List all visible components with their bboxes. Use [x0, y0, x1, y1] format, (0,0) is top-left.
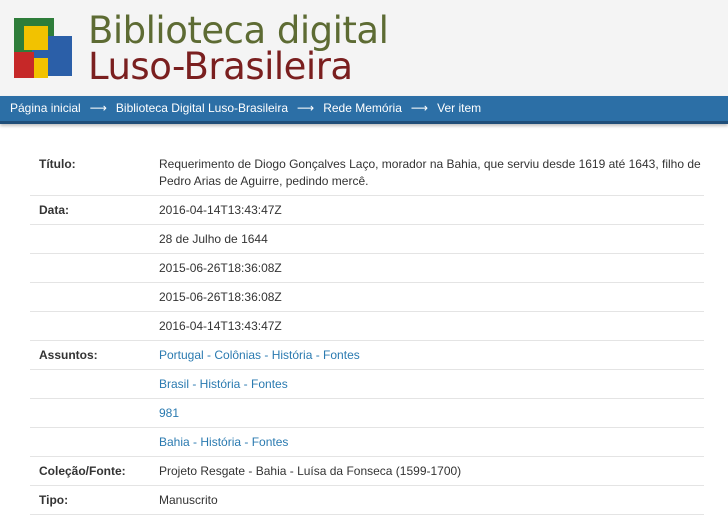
metadata-value-titulo: Requerimento de Diogo Gonçalves Laço, mo… [159, 157, 701, 188]
metadata-row-assuntos: Brasil - História - Fontes [30, 370, 704, 399]
metadata-value-data: 28 de Julho de 1644 [159, 232, 268, 246]
metadata-row-data: Data: 2016-04-14T13:43:47Z [30, 196, 704, 225]
site-header: Biblioteca digital Luso-Brasileira [0, 0, 728, 96]
metadata-label-tipo: Tipo: [39, 493, 69, 507]
metadata-row-data: 2015-06-26T18:36:08Z [30, 254, 704, 283]
metadata-row-titulo: Título: Requerimento de Diogo Gonçalves … [30, 150, 704, 196]
subject-link[interactable]: 981 [159, 406, 179, 420]
item-metadata-table: Título: Requerimento de Diogo Gonçalves … [30, 150, 704, 515]
logo-text: Biblioteca digital Luso-Brasileira [88, 9, 389, 88]
metadata-value-data: 2015-06-26T18:36:08Z [159, 261, 282, 275]
breadcrumb-home-link[interactable]: Página inicial [10, 101, 81, 115]
metadata-label-titulo: Título: [39, 157, 76, 171]
metadata-label-assuntos: Assuntos: [39, 348, 98, 362]
subject-link[interactable]: Bahia - História - Fontes [159, 435, 288, 449]
breadcrumb-biblioteca-link[interactable]: Biblioteca Digital Luso-Brasileira [116, 101, 288, 115]
breadcrumb-ver-item: Ver item [437, 101, 482, 115]
metadata-label-colecao: Coleção/Fonte: [39, 464, 126, 478]
metadata-row-data: 2015-06-26T18:36:08Z [30, 283, 704, 312]
metadata-row-assuntos: 981 [30, 399, 704, 428]
breadcrumb-arrow-icon: ⟶ [410, 101, 429, 115]
metadata-value-tipo: Manuscrito [159, 493, 218, 507]
metadata-row-tipo: Tipo: Manuscrito [30, 486, 704, 515]
metadata-value-data: 2016-04-14T13:43:47Z [159, 319, 282, 333]
metadata-row-assuntos: Bahia - História - Fontes [30, 428, 704, 457]
logo-title-line2: Luso-Brasileira [88, 45, 353, 88]
breadcrumb-arrow-icon: ⟶ [297, 101, 315, 115]
breadcrumb-arrow-icon: ⟶ [89, 101, 107, 115]
metadata-row-data: 2016-04-14T13:43:47Z [30, 312, 704, 341]
metadata-label-data: Data: [39, 203, 70, 217]
metadata-row-assuntos: Assuntos: Portugal - Colônias - História… [30, 341, 704, 370]
metadata-row-colecao: Coleção/Fonte: Projeto Resgate - Bahia -… [30, 457, 704, 486]
logo-title-line1: Biblioteca digital [88, 9, 389, 52]
site-logo[interactable]: Biblioteca digital Luso-Brasileira [14, 12, 389, 85]
breadcrumb: Página inicial ⟶ Biblioteca Digital Luso-B… [0, 96, 728, 124]
metadata-value-data: 2015-06-26T18:36:08Z [159, 290, 282, 304]
metadata-row-data: 28 de Julho de 1644 [30, 225, 704, 254]
logo-mark-icon [14, 18, 72, 82]
subject-link[interactable]: Brasil - História - Fontes [159, 377, 288, 391]
metadata-value-data: 2016-04-14T13:43:47Z [159, 203, 282, 217]
metadata-value-colecao: Projeto Resgate - Bahia - Luísa da Fonse… [159, 464, 462, 478]
subject-link[interactable]: Portugal - Colônias - História - Fontes [159, 348, 360, 362]
breadcrumb-rede-memoria-link[interactable]: Rede Memória [323, 101, 402, 115]
